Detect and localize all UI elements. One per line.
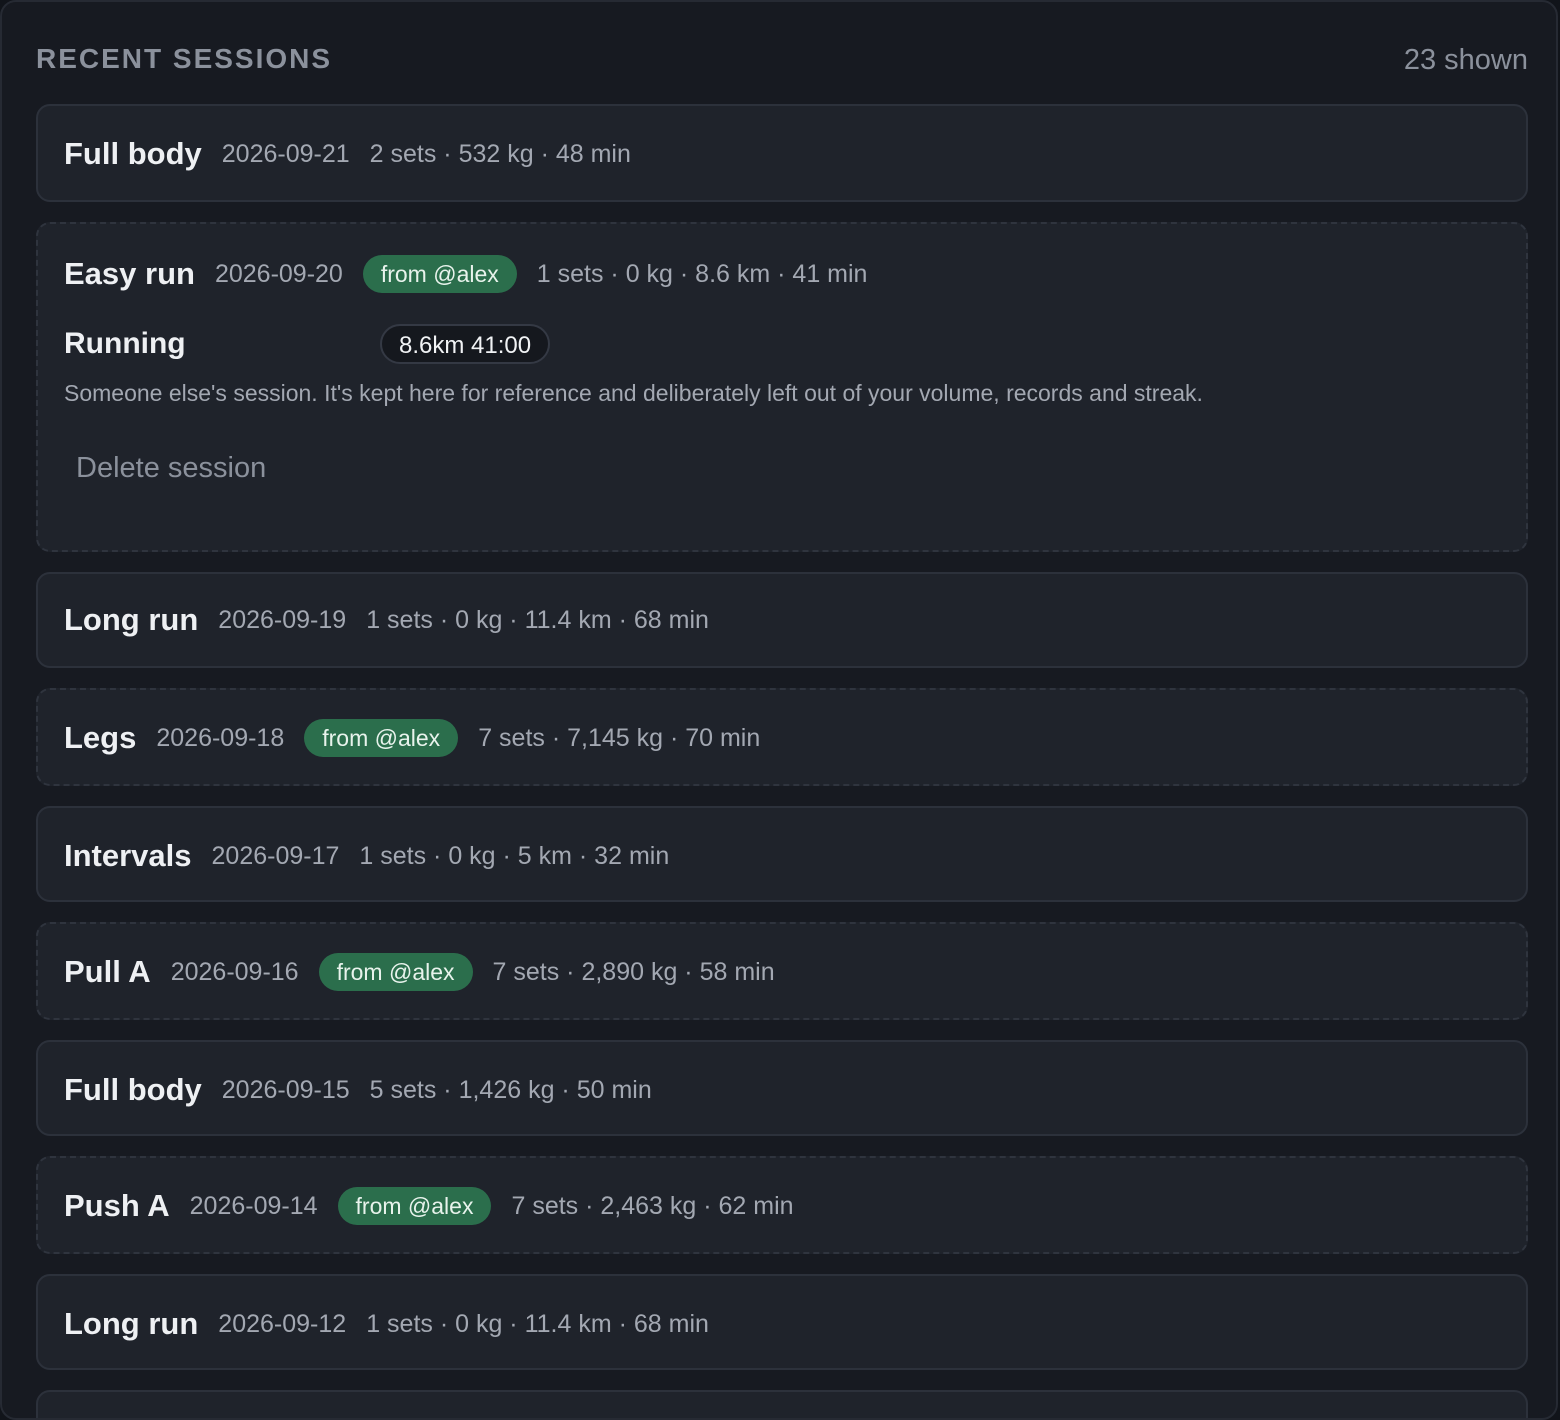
session-title: Long run [64, 602, 199, 637]
session-stats: 2 sets · 532 kg · 48 min [369, 139, 631, 168]
session-card[interactable]: Full body 2026-09-21 2 sets · 532 kg · 4… [36, 104, 1528, 202]
session-stats: 1 sets · 0 kg · 8.6 km · 41 min [536, 259, 868, 288]
session-title: Full body [64, 1072, 202, 1107]
recent-sessions-panel: RECENT SESSIONS 23 shown Full body 2026-… [0, 0, 1558, 1420]
session-summary[interactable]: Legs 2026-09-18 from @alex 7 sets · 7,14… [64, 718, 1500, 758]
session-title: Easy run [64, 256, 195, 291]
shared-from-badge: from @alex [318, 953, 473, 991]
session-stats: 7 sets · 7,145 kg · 70 min [478, 723, 761, 752]
session-title: Pull A [64, 954, 151, 989]
delete-session-button[interactable]: Delete session [64, 442, 278, 494]
session-card[interactable]: Pull A 2026-09-16 from @alex 7 sets · 2,… [36, 922, 1528, 1020]
session-stats: 1 sets · 0 kg · 11.4 km · 68 min [366, 1309, 709, 1338]
session-card[interactable]: Long run 2026-09-12 1 sets · 0 kg · 11.4… [36, 1274, 1528, 1370]
session-date: 2026-09-19 [218, 605, 347, 634]
session-card[interactable]: Full body 2026-09-15 5 sets · 1,426 kg ·… [36, 1040, 1528, 1136]
session-title: Legs [64, 720, 137, 755]
session-date: 2026-09-17 [211, 841, 340, 870]
session-card[interactable]: Intervals 2026-09-17 1 sets · 0 kg · 5 k… [36, 806, 1528, 902]
panel-title: RECENT SESSIONS [36, 43, 333, 74]
shared-from-badge: from @alex [337, 1187, 492, 1225]
session-date: 2026-09-14 [189, 1191, 318, 1220]
panel-header: RECENT SESSIONS 23 shown [36, 42, 1528, 82]
session-summary[interactable]: Full body 2026-09-21 2 sets · 532 kg · 4… [64, 134, 1500, 174]
session-date: 2026-09-15 [221, 1075, 350, 1104]
session-summary[interactable]: Pull A 2026-09-16 from @alex 7 sets · 2,… [64, 952, 1500, 992]
exercise-name: Running [64, 327, 186, 360]
sessions-count: 23 shown [1403, 44, 1528, 76]
session-title: Full body [64, 136, 202, 171]
shared-from-badge: from @alex [304, 719, 459, 757]
session-title: Push A [64, 1188, 170, 1223]
session-card-expanded[interactable]: Easy run 2026-09-20 from @alex 1 sets · … [36, 222, 1528, 552]
session-stats: 7 sets · 2,890 kg · 58 min [492, 957, 775, 986]
session-title: Intervals [64, 838, 192, 873]
session-stats: 7 sets · 2,463 kg · 62 min [511, 1191, 794, 1220]
session-card[interactable]: Legs 2026-09-18 from @alex 7 sets · 7,14… [36, 688, 1528, 786]
session-card[interactable]: Push A 2026-09-14 from @alex 7 sets · 2,… [36, 1156, 1528, 1254]
session-date: 2026-09-12 [218, 1309, 347, 1338]
session-summary[interactable]: Long run 2026-09-12 1 sets · 0 kg · 11.4… [64, 1304, 1500, 1344]
session-stats: 1 sets · 0 kg · 5 km · 32 min [359, 841, 670, 870]
shared-from-badge: from @alex [362, 255, 517, 293]
session-date: 2026-09-16 [170, 957, 299, 986]
session-stats: 1 sets · 0 kg · 11.4 km · 68 min [366, 605, 709, 634]
session-summary[interactable]: Easy run 2026-09-20 from @alex 1 sets · … [64, 254, 1500, 294]
session-title: Long run [64, 1306, 199, 1341]
set-pill: 8.6km 41:00 [380, 324, 551, 364]
session-stats: 5 sets · 1,426 kg · 50 min [369, 1075, 652, 1104]
session-summary[interactable]: Long run 2026-09-19 1 sets · 0 kg · 11.4… [64, 600, 1500, 640]
shared-session-note: Someone else's session. It's kept here f… [64, 380, 1203, 406]
session-summary[interactable]: Full body 2026-09-15 5 sets · 1,426 kg ·… [64, 1070, 1500, 1110]
session-summary[interactable]: Intervals 2026-09-17 1 sets · 0 kg · 5 k… [64, 836, 1500, 876]
session-date: 2026-09-18 [156, 723, 285, 752]
session-summary[interactable]: Push A 2026-09-14 from @alex 7 sets · 2,… [64, 1186, 1500, 1226]
session-card[interactable] [36, 1390, 1528, 1418]
session-date: 2026-09-20 [214, 259, 343, 288]
session-card[interactable]: Long run 2026-09-19 1 sets · 0 kg · 11.4… [36, 572, 1528, 668]
session-date: 2026-09-21 [221, 139, 350, 168]
